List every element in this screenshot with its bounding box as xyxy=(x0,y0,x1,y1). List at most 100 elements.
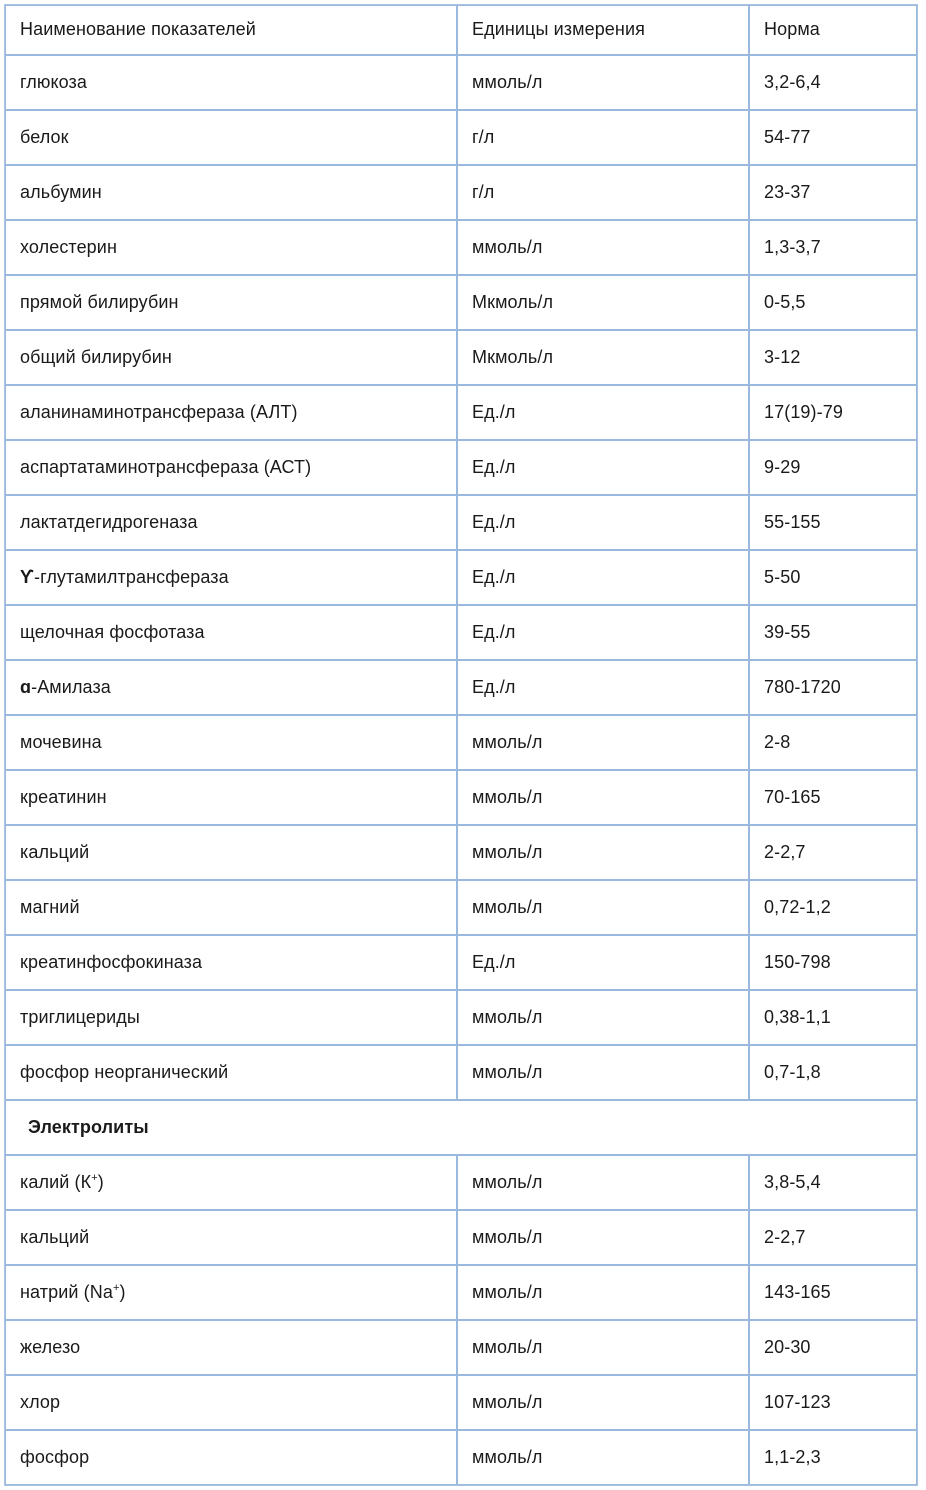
cell-units: Ед./л xyxy=(457,385,749,440)
table-row: хлор ммоль/л 107-123 xyxy=(5,1375,917,1430)
cell-norm: 39-55 xyxy=(749,605,917,660)
table-row: фосфор ммоль/л 1,1-2,3 xyxy=(5,1430,917,1485)
cell-units: ммоль/л xyxy=(457,715,749,770)
table-row: прямой билирубин Мкмоль/л 0-5,5 xyxy=(5,275,917,330)
table-row: железо ммоль/л 20-30 xyxy=(5,1320,917,1375)
table-row: глюкоза ммоль/л 3,2-6,4 xyxy=(5,55,917,110)
cell-norm: 2-2,7 xyxy=(749,1210,917,1265)
cell-indicator-name: лактатдегидрогеназа xyxy=(5,495,457,550)
cell-norm: 3,2-6,4 xyxy=(749,55,917,110)
lab-reference-table: Наименование показателей Единицы измерен… xyxy=(4,4,918,1486)
column-header-units: Единицы измерения xyxy=(457,5,749,55)
cell-units: ммоль/л xyxy=(457,990,749,1045)
cell-units: ммоль/л xyxy=(457,55,749,110)
cell-norm: 5-50 xyxy=(749,550,917,605)
cell-indicator-name: белок xyxy=(5,110,457,165)
cell-indicator-name: аланинаминотрансфераза (АЛТ) xyxy=(5,385,457,440)
table-row: лактатдегидрогеназа Ед./л 55-155 xyxy=(5,495,917,550)
table-row: мочевина ммоль/л 2-8 xyxy=(5,715,917,770)
table-row: холестерин ммоль/л 1,3-3,7 xyxy=(5,220,917,275)
cell-units: ммоль/л xyxy=(457,220,749,275)
table-row: общий билирубин Мкмоль/л 3-12 xyxy=(5,330,917,385)
cell-norm: 23-37 xyxy=(749,165,917,220)
table-row: фосфор неорганический ммоль/л 0,7-1,8 xyxy=(5,1045,917,1100)
cell-norm: 143-165 xyxy=(749,1265,917,1320)
cell-units: ммоль/л xyxy=(457,825,749,880)
superscript-plus: + xyxy=(112,1281,120,1294)
column-header-indicator-name: Наименование показателей xyxy=(5,5,457,55)
table-row: альбумин г/л 23-37 xyxy=(5,165,917,220)
cell-norm: 70-165 xyxy=(749,770,917,825)
greek-letter-prefix: ɑ xyxy=(20,676,32,697)
cell-norm: 0,38-1,1 xyxy=(749,990,917,1045)
cell-indicator-name: ϒ-глутамилтрансфераза xyxy=(5,550,457,605)
cell-indicator-name: кальций xyxy=(5,1210,457,1265)
cell-indicator-name: креатинин xyxy=(5,770,457,825)
table-row: аспартатаминотрансфераза (АСТ) Ед./л 9-29 xyxy=(5,440,917,495)
cell-norm: 55-155 xyxy=(749,495,917,550)
table-row: креатинфосфокиназа Ед./л 150-798 xyxy=(5,935,917,990)
table-header: Наименование показателей Единицы измерен… xyxy=(5,5,917,55)
cell-units: Ед./л xyxy=(457,605,749,660)
cell-norm: 1,3-3,7 xyxy=(749,220,917,275)
cell-norm: 0,72-1,2 xyxy=(749,880,917,935)
table-row: триглицериды ммоль/л 0,38-1,1 xyxy=(5,990,917,1045)
cell-units: ммоль/л xyxy=(457,1155,749,1210)
cell-units: г/л xyxy=(457,165,749,220)
cell-units: Ед./л xyxy=(457,935,749,990)
table-section-row: Электролиты xyxy=(5,1100,917,1155)
cell-units: ммоль/л xyxy=(457,880,749,935)
cell-indicator-name: триглицериды xyxy=(5,990,457,1045)
cell-units: ммоль/л xyxy=(457,770,749,825)
cell-norm: 780-1720 xyxy=(749,660,917,715)
cell-indicator-name: железо xyxy=(5,1320,457,1375)
table-row: креатинин ммоль/л 70-165 xyxy=(5,770,917,825)
table-row: магний ммоль/л 0,72-1,2 xyxy=(5,880,917,935)
cell-units: Ед./л xyxy=(457,550,749,605)
lab-reference-table-container: Наименование показателей Единицы измерен… xyxy=(0,0,926,1490)
cell-norm: 9-29 xyxy=(749,440,917,495)
cell-norm: 2-8 xyxy=(749,715,917,770)
cell-units: ммоль/л xyxy=(457,1430,749,1485)
table-body: глюкоза ммоль/л 3,2-6,4 белок г/л 54-77 альбум… xyxy=(5,55,917,1485)
greek-letter-prefix: ϒ xyxy=(20,566,34,587)
table-row: белок г/л 54-77 xyxy=(5,110,917,165)
section-title: Электролиты xyxy=(5,1100,917,1155)
cell-indicator-name: магний xyxy=(5,880,457,935)
table-row: калий (К+) ммоль/л 3,8-5,4 xyxy=(5,1155,917,1210)
cell-norm: 0,7-1,8 xyxy=(749,1045,917,1100)
cell-units: г/л xyxy=(457,110,749,165)
cell-indicator-name: кальций xyxy=(5,825,457,880)
table-row: натрий (Na+) ммоль/л 143-165 xyxy=(5,1265,917,1320)
cell-indicator-name: холестерин xyxy=(5,220,457,275)
table-row: кальций ммоль/л 2-2,7 xyxy=(5,1210,917,1265)
cell-indicator-name: ɑ-Амилаза xyxy=(5,660,457,715)
cell-indicator-name: альбумин xyxy=(5,165,457,220)
cell-norm: 3-12 xyxy=(749,330,917,385)
cell-indicator-name: мочевина xyxy=(5,715,457,770)
table-row: аланинаминотрансфераза (АЛТ) Ед./л 17(19)-… xyxy=(5,385,917,440)
cell-indicator-name: прямой билирубин xyxy=(5,275,457,330)
cell-indicator-name: креатинфосфокиназа xyxy=(5,935,457,990)
cell-indicator-name: фосфор xyxy=(5,1430,457,1485)
cell-norm: 20-30 xyxy=(749,1320,917,1375)
cell-indicator-name: общий билирубин xyxy=(5,330,457,385)
cell-units: Мкмоль/л xyxy=(457,330,749,385)
cell-norm: 17(19)-79 xyxy=(749,385,917,440)
cell-indicator-name: натрий (Na+) xyxy=(5,1265,457,1320)
cell-units: Ед./л xyxy=(457,440,749,495)
cell-norm: 0-5,5 xyxy=(749,275,917,330)
table-row: ϒ-глутамилтрансфераза Ед./л 5-50 xyxy=(5,550,917,605)
cell-units: Мкмоль/л xyxy=(457,275,749,330)
cell-norm: 1,1-2,3 xyxy=(749,1430,917,1485)
cell-norm: 107-123 xyxy=(749,1375,917,1430)
cell-indicator-name: щелочная фосфотаза xyxy=(5,605,457,660)
table-row: кальций ммоль/л 2-2,7 xyxy=(5,825,917,880)
cell-indicator-name: аспартатаминотрансфераза (АСТ) xyxy=(5,440,457,495)
superscript-plus: + xyxy=(91,1171,98,1184)
cell-norm: 54-77 xyxy=(749,110,917,165)
cell-norm: 150-798 xyxy=(749,935,917,990)
cell-units: ммоль/л xyxy=(457,1265,749,1320)
column-header-norm: Норма xyxy=(749,5,917,55)
cell-units: Ед./л xyxy=(457,495,749,550)
